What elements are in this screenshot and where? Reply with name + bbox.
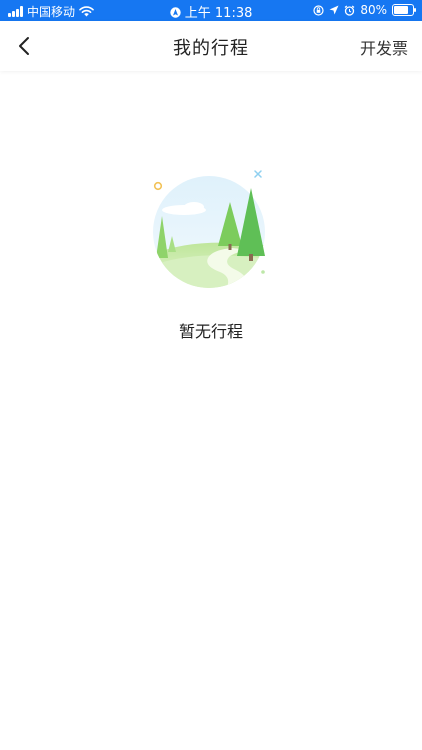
battery-icon	[392, 4, 416, 16]
alarm-icon	[344, 5, 355, 16]
orientation-lock-icon	[313, 4, 324, 16]
page-title: 我的行程	[173, 38, 249, 59]
forest-landscape-illustration	[153, 170, 265, 288]
empty-state-message: 暂无行程	[178, 322, 243, 341]
status-right: 80%	[313, 3, 416, 17]
navigation-arrow-icon	[329, 5, 339, 15]
location-arrow-icon	[169, 7, 181, 18]
navigation-bar: 我的行程 开发票	[0, 21, 422, 71]
status-time: 上午 11:38	[184, 6, 253, 21]
battery-percent: 80%	[360, 3, 387, 17]
battery-level	[394, 6, 409, 14]
status-bar: 中国移动 上午 11:38 80%	[0, 0, 422, 21]
invoice-button[interactable]: 开发票	[360, 35, 408, 59]
